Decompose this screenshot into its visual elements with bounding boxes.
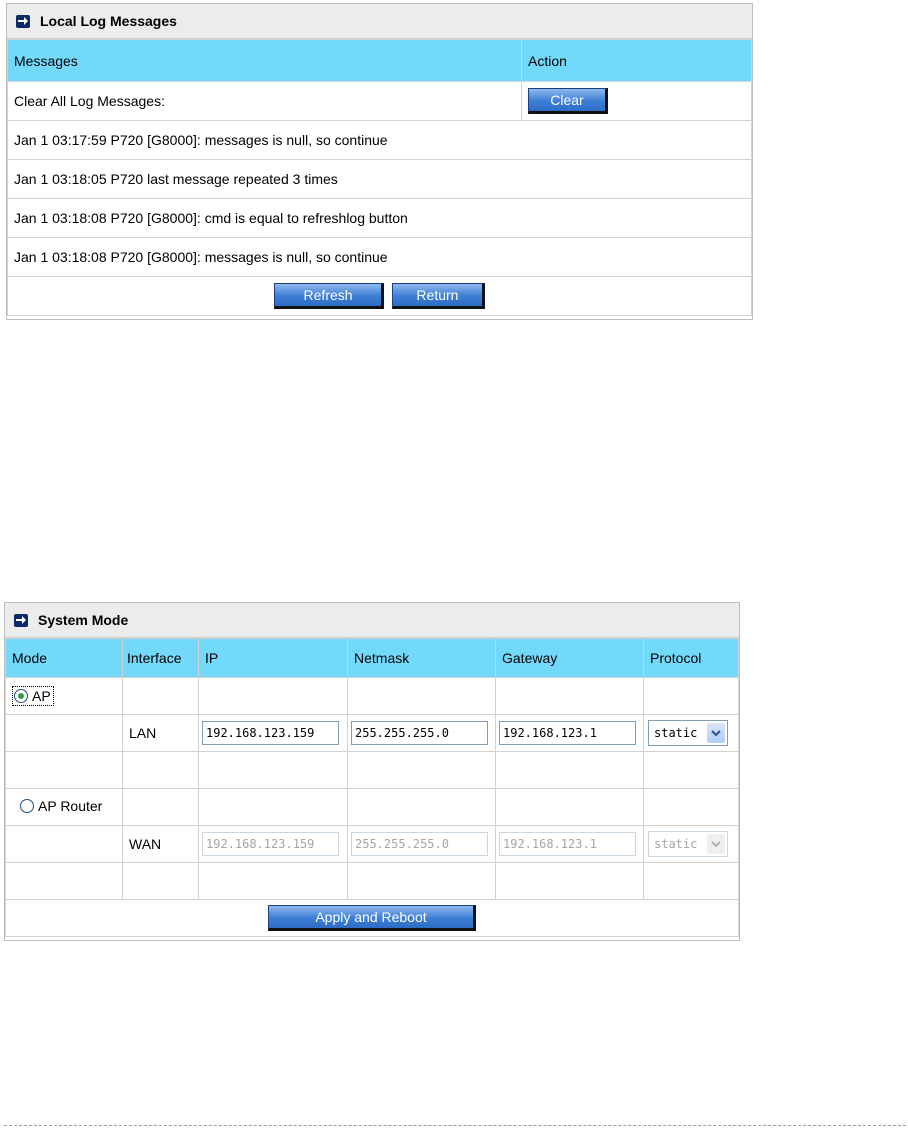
log-panel: Local Log Messages Messages Action Clear… xyxy=(6,3,753,320)
header-gateway: Gateway xyxy=(495,638,644,678)
mode-row-ap: AP xyxy=(5,677,739,715)
ap-radio-label: AP xyxy=(32,688,51,704)
apply-and-reboot-button[interactable]: Apply and Reboot xyxy=(268,905,476,931)
ap-radio-option[interactable]: AP xyxy=(12,686,54,706)
ap-router-radio-label: AP Router xyxy=(38,798,103,814)
system-mode-table: Mode Interface IP Netmask Gateway Protoc… xyxy=(5,638,739,937)
spacer-row xyxy=(5,751,739,789)
apply-row: Apply and Reboot xyxy=(5,899,739,937)
header-mode: Mode xyxy=(5,638,123,678)
log-entry: Jan 1 03:18:08 P720 [G8000]: cmd is equa… xyxy=(7,198,752,238)
wan-protocol-value: static xyxy=(654,837,698,851)
lan-ip-input[interactable] xyxy=(202,721,339,745)
log-entry-text: Jan 1 03:18:08 P720 [G8000]: cmd is equa… xyxy=(7,198,752,238)
mode-table-header: Mode Interface IP Netmask Gateway Protoc… xyxy=(5,638,739,678)
lan-netmask-input[interactable] xyxy=(351,721,488,745)
return-button[interactable]: Return xyxy=(391,283,485,309)
log-entry-text: Jan 1 03:18:08 P720 [G8000]: messages is… xyxy=(7,237,752,277)
ap-router-radio-option[interactable]: AP Router xyxy=(20,798,102,814)
system-mode-title: System Mode xyxy=(5,603,739,638)
log-button-row: Refresh Return xyxy=(7,276,752,316)
system-mode-title-text: System Mode xyxy=(38,612,129,628)
wan-interface-label: WAN xyxy=(122,825,199,863)
ap-radio[interactable] xyxy=(14,689,28,703)
lan-protocol-value: static xyxy=(654,726,698,740)
radio-selected-dot xyxy=(18,693,24,699)
log-table: Messages Action Clear All Log Messages: … xyxy=(7,39,752,316)
lan-gateway-input[interactable] xyxy=(499,721,636,745)
log-entry: Jan 1 03:17:59 P720 [G8000]: messages is… xyxy=(7,120,752,160)
wan-protocol-select[interactable]: static xyxy=(648,831,728,857)
wan-netmask-input[interactable] xyxy=(351,832,488,856)
clear-row: Clear All Log Messages: Clear xyxy=(7,81,752,121)
log-entry: Jan 1 03:18:08 P720 [G8000]: messages is… xyxy=(7,237,752,277)
lan-protocol-select[interactable]: static xyxy=(648,720,728,746)
clear-row-label: Clear All Log Messages: xyxy=(7,81,522,121)
chevron-down-icon xyxy=(707,723,725,743)
arrow-right-icon xyxy=(16,14,30,28)
header-interface: Interface xyxy=(122,638,199,678)
ap-router-radio[interactable] xyxy=(20,799,34,813)
log-panel-title: Local Log Messages xyxy=(7,4,752,39)
wan-row: WAN static xyxy=(5,825,739,863)
system-mode-panel: System Mode Mode Interface IP Netmask Ga… xyxy=(4,602,740,941)
lan-row: LAN static xyxy=(5,714,739,752)
header-netmask: Netmask xyxy=(347,638,496,678)
log-entry-text: Jan 1 03:18:05 P720 last message repeate… xyxy=(7,159,752,199)
header-protocol: Protocol xyxy=(643,638,739,678)
log-table-header: Messages Action xyxy=(7,39,752,82)
header-ip: IP xyxy=(198,638,348,678)
log-panel-title-text: Local Log Messages xyxy=(40,13,177,29)
mode-row-ap-router: AP Router xyxy=(5,788,739,826)
header-messages: Messages xyxy=(7,39,522,82)
arrow-right-icon xyxy=(14,613,28,627)
log-entry-text: Jan 1 03:17:59 P720 [G8000]: messages is… xyxy=(7,120,752,160)
chevron-down-icon xyxy=(707,834,725,854)
log-entry: Jan 1 03:18:05 P720 last message repeate… xyxy=(7,159,752,199)
wan-gateway-input[interactable] xyxy=(499,832,636,856)
bottom-divider xyxy=(4,1125,906,1126)
wan-ip-input[interactable] xyxy=(202,832,339,856)
header-action: Action xyxy=(521,39,752,82)
lan-interface-label: LAN xyxy=(122,714,199,752)
spacer-row xyxy=(5,862,739,900)
clear-button[interactable]: Clear xyxy=(528,88,608,114)
refresh-button[interactable]: Refresh xyxy=(274,283,385,309)
